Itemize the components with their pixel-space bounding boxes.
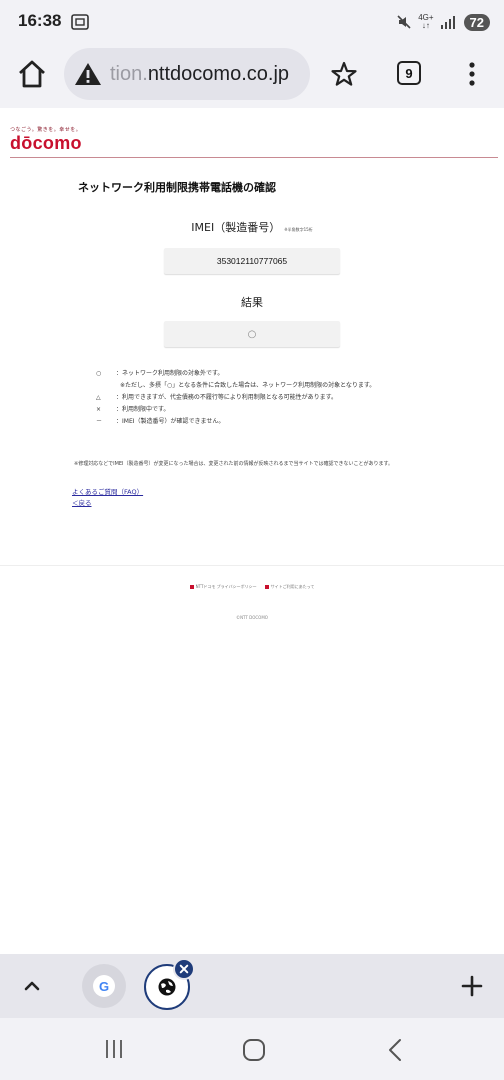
nav-back-icon[interactable] bbox=[386, 1038, 404, 1062]
warning-icon[interactable] bbox=[74, 61, 102, 87]
legend-row: ○ ：ネットワーク利用制限の対象外です。 bbox=[96, 370, 224, 377]
globe-icon bbox=[158, 978, 176, 996]
google-icon: G bbox=[93, 975, 115, 997]
privacy-policy-link[interactable]: NTTドコモ プライバシーポリシー bbox=[189, 584, 257, 590]
web-page: つなごう。驚きを。幸せを。 dōcomo ネットワーク利用制限携帯電話機の確認 … bbox=[0, 108, 504, 954]
network-type: 4G+ ↓↑ bbox=[418, 13, 434, 30]
footer-links: NTTドコモ プライバシーポリシー サイトご利用にあたって bbox=[0, 584, 504, 590]
recents-icon[interactable] bbox=[103, 1038, 125, 1060]
imei-field[interactable]: 353012110777065 bbox=[164, 248, 340, 274]
screenshot-icon bbox=[71, 14, 89, 30]
bookmark-star-icon[interactable] bbox=[330, 60, 358, 88]
legend-row: ※ただし、多摂「○」となる条件に合致した場合は、ネットワーク利用制限の対象となり… bbox=[120, 382, 376, 389]
result-label: 結果 bbox=[241, 296, 263, 309]
home-icon[interactable] bbox=[16, 58, 48, 90]
square-bullet-icon bbox=[189, 585, 194, 589]
browser-toolbar: tion.nttdocomo.co.jp 9 bbox=[0, 44, 504, 108]
legend-row: － ：IMEI（製造番号）が確認できません。 bbox=[96, 418, 225, 425]
system-navigation-bar bbox=[0, 1018, 504, 1080]
chevron-up-icon[interactable] bbox=[22, 976, 42, 996]
new-tab-plus-icon[interactable] bbox=[460, 974, 484, 998]
address-bar[interactable]: tion.nttdocomo.co.jp bbox=[64, 48, 310, 100]
footer-divider bbox=[0, 565, 504, 566]
docomo-logo[interactable]: dōcomo bbox=[10, 133, 82, 154]
close-tab-icon[interactable] bbox=[173, 958, 195, 980]
status-time: 16:38 bbox=[18, 11, 62, 30]
tab-strip: G bbox=[0, 954, 504, 1018]
legend-row: △ ：利用できますが、代金債務の不履行等により利用制限となる可能性があります。 bbox=[96, 394, 337, 401]
imei-note: ※半角数字15桁 bbox=[284, 227, 313, 232]
nav-home-icon[interactable] bbox=[242, 1038, 266, 1062]
footnote: ※修理対応などでIMEI（製造番号）が変更になった場合は、変更された前の情報が反… bbox=[74, 461, 394, 467]
result-value: ○ bbox=[247, 328, 257, 340]
tab-google[interactable]: G bbox=[82, 964, 126, 1008]
page-title: ネットワーク利用制限携帯電話機の確認 bbox=[78, 181, 276, 194]
status-icons: 4G+ ↓↑ 72 bbox=[396, 10, 490, 34]
legend-row: × ：利用制限中です。 bbox=[96, 406, 170, 413]
imei-label: IMEI（製造番号） ※半角数字15桁 bbox=[191, 221, 313, 234]
faq-link[interactable]: よくあるご質問（FAQ） bbox=[72, 486, 143, 496]
back-link[interactable]: ＜戻る bbox=[72, 497, 92, 507]
signal-icon bbox=[440, 16, 455, 29]
mute-icon bbox=[397, 15, 411, 29]
battery-level: 72 bbox=[463, 13, 490, 31]
status-bar: 16:38 4G+ ↓↑ 72 bbox=[0, 0, 504, 44]
result-field: ○ bbox=[164, 321, 340, 347]
square-bullet-icon bbox=[264, 585, 269, 589]
copyright: ©NTT DOCOMO bbox=[236, 615, 268, 620]
url-text[interactable]: tion.nttdocomo.co.jp bbox=[110, 63, 289, 86]
header-divider bbox=[10, 157, 498, 158]
tab-count-button[interactable]: 9 bbox=[397, 61, 421, 85]
site-terms-link[interactable]: サイトご利用にあたって bbox=[264, 584, 314, 590]
result-legend: ○ ：ネットワーク利用制限の対象外です。 ※ただし、多摂「○」となる条件に合致し… bbox=[96, 368, 476, 428]
brand-tagline: つなごう。驚きを。幸せを。 bbox=[10, 127, 82, 133]
more-menu-icon[interactable] bbox=[460, 58, 484, 90]
